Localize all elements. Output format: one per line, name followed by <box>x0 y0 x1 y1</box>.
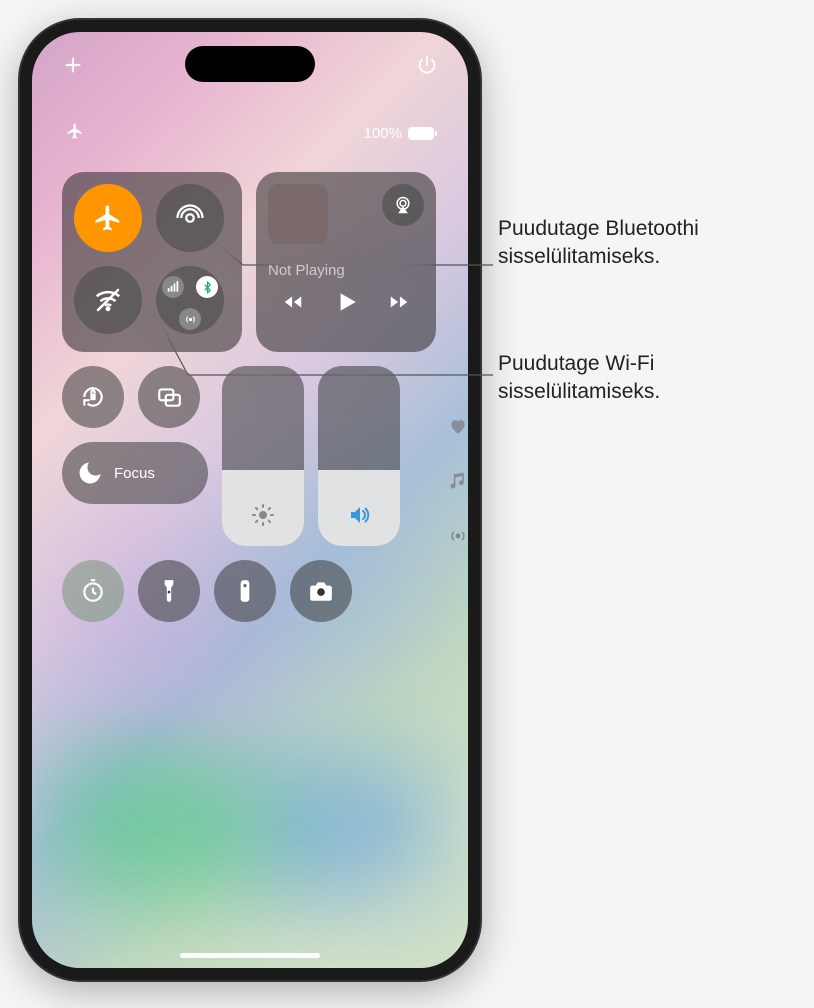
focus-button[interactable]: Focus <box>62 442 208 504</box>
battery-icon <box>408 127 434 140</box>
dynamic-island <box>185 46 315 82</box>
album-art-placeholder <box>268 184 328 244</box>
power-button[interactable] <box>416 54 438 81</box>
airplay-button[interactable] <box>382 184 424 226</box>
callout-bluetooth: Puudutage Bluetoothi sisselülitamiseks. <box>498 215 814 272</box>
add-control-button[interactable] <box>62 54 84 81</box>
phone-frame: 100% <box>20 20 480 980</box>
volume-slider[interactable] <box>318 366 400 546</box>
connectivity-tile[interactable] <box>62 172 242 352</box>
battery-percent-label: 100% <box>364 125 402 142</box>
camera-button[interactable] <box>290 560 352 622</box>
callout-wifi: Puudutage Wi-Fi sisselülitamiseks. <box>498 350 814 407</box>
remote-button[interactable] <box>214 560 276 622</box>
wifi-button[interactable] <box>74 266 142 334</box>
bluetooth-icon <box>196 276 218 298</box>
play-button[interactable] <box>333 289 359 320</box>
music-note-icon <box>448 471 468 496</box>
status-bar: 100% <box>32 122 468 144</box>
heart-icon <box>448 416 468 441</box>
home-indicator[interactable] <box>180 953 320 958</box>
hotspot-side-icon <box>448 526 468 551</box>
next-track-button[interactable] <box>388 291 410 318</box>
focus-label: Focus <box>114 465 155 482</box>
rotation-lock-button[interactable] <box>62 366 124 428</box>
brightness-slider[interactable] <box>222 366 304 546</box>
battery-status: 100% <box>364 125 434 142</box>
airplane-mode-button[interactable] <box>74 184 142 252</box>
airplane-mode-status-icon <box>66 122 84 144</box>
speaker-icon <box>347 503 371 532</box>
flashlight-button[interactable] <box>138 560 200 622</box>
media-tile[interactable]: Not Playing <box>256 172 436 352</box>
hotspot-icon <box>179 308 201 330</box>
side-indicators <box>448 416 468 551</box>
media-title-label: Not Playing <box>268 262 424 279</box>
previous-track-button[interactable] <box>282 291 304 318</box>
screen-mirroring-button[interactable] <box>138 366 200 428</box>
sun-icon <box>251 503 275 532</box>
control-center-grid: Not Playing <box>62 172 438 636</box>
cellular-icon <box>162 276 184 298</box>
control-center-screen: 100% <box>32 32 468 968</box>
airdrop-button[interactable] <box>156 184 224 252</box>
connectivity-cluster-button[interactable] <box>156 266 224 334</box>
timer-button[interactable] <box>62 560 124 622</box>
